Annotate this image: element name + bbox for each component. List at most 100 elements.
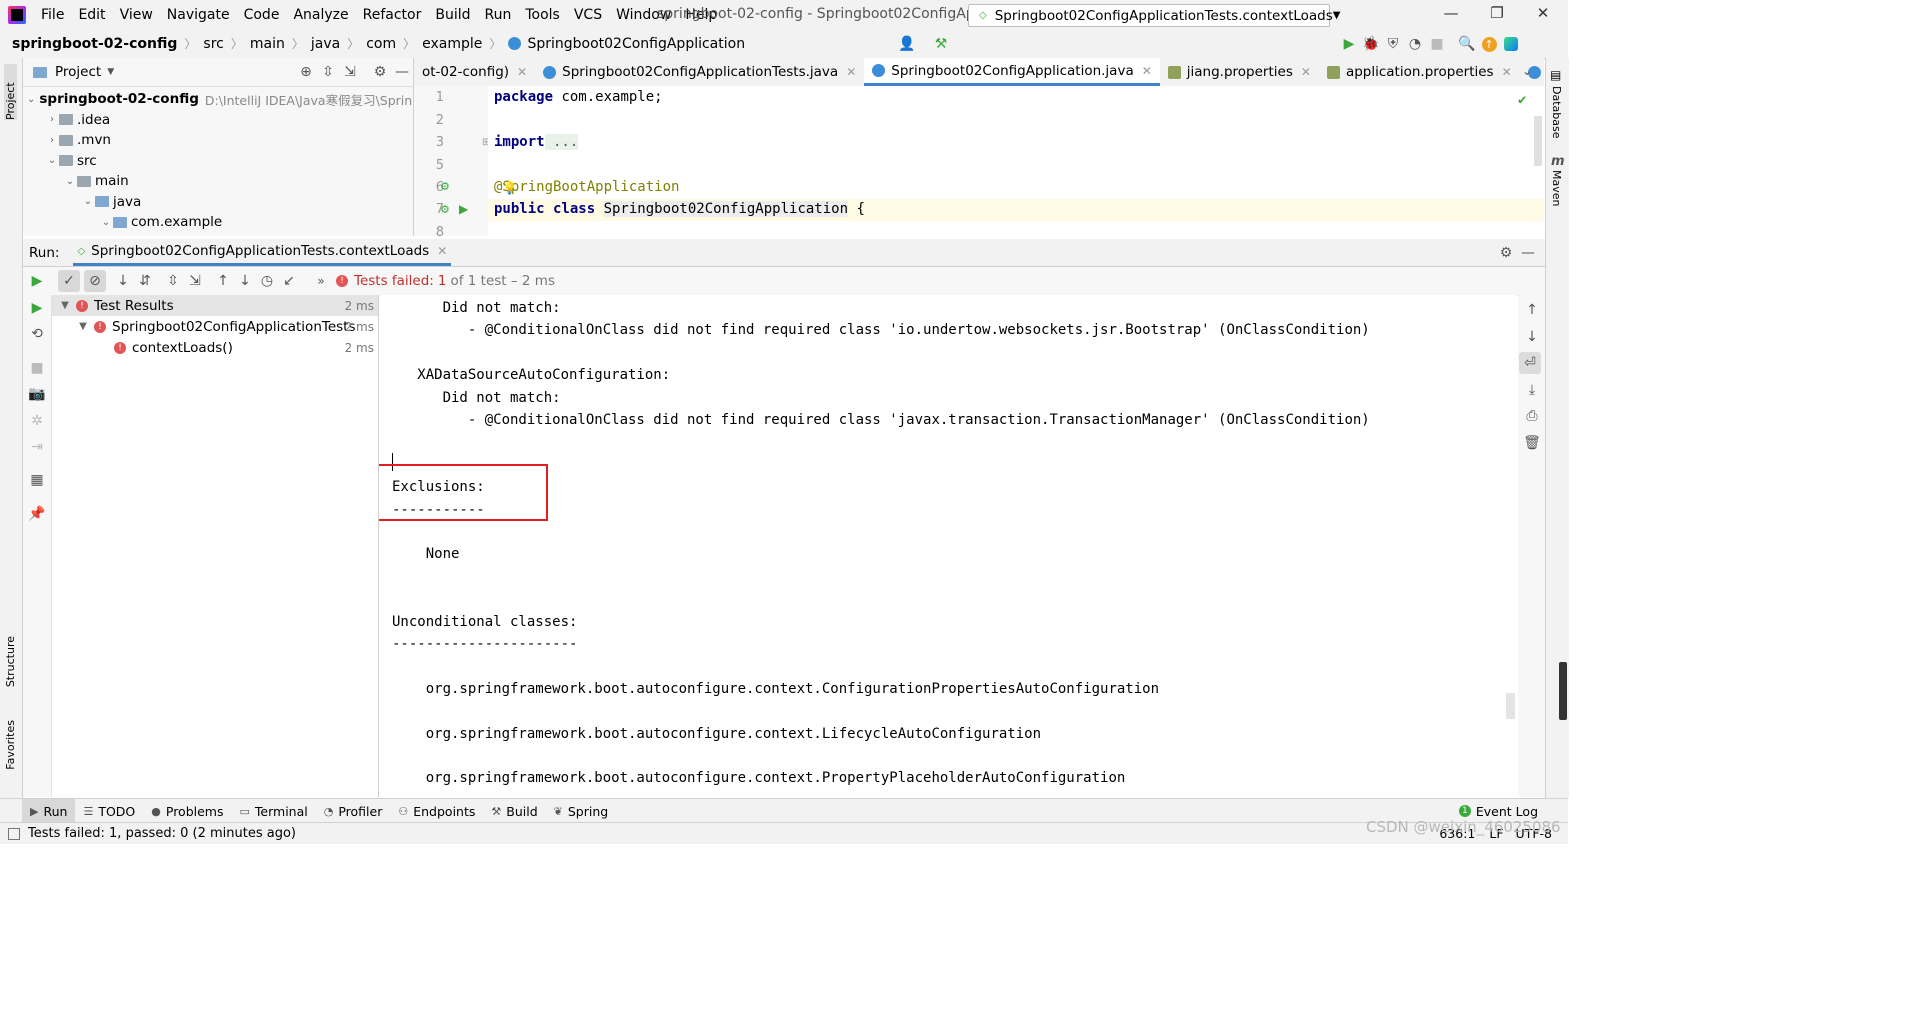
soft-wrap-icon[interactable]: ⏎ bbox=[1519, 352, 1541, 374]
hide-icon[interactable]: — bbox=[391, 61, 413, 83]
debug-icon[interactable]: ✲ bbox=[26, 410, 48, 432]
run-gutter-icon[interactable]: ▶ bbox=[459, 202, 468, 216]
favorites-tool-tab[interactable]: Favorites bbox=[4, 720, 17, 770]
more-icon[interactable]: » bbox=[310, 270, 332, 292]
stop-icon[interactable]: ■ bbox=[26, 357, 48, 379]
project-tree-item[interactable]: ⌄ main bbox=[23, 171, 413, 192]
editor-scrollbar[interactable] bbox=[1534, 116, 1542, 166]
sort-alpha-icon[interactable]: ↓ bbox=[112, 270, 134, 292]
hide-icon[interactable]: — bbox=[1517, 242, 1539, 264]
project-tree-item[interactable]: ⌄ com.example bbox=[23, 212, 413, 233]
update-icon[interactable]: ↑ bbox=[1478, 33, 1500, 55]
test-results-root[interactable]: ▼ ! Test Results 2 ms bbox=[52, 295, 378, 316]
project-tree-item[interactable]: › .mvn bbox=[23, 130, 413, 151]
breadcrumb-item[interactable]: src bbox=[203, 36, 223, 52]
project-tree-item[interactable]: ⌄ springboot-02-config D:\IntelliJ IDEA\Ja… bbox=[23, 89, 413, 110]
close-tab-icon[interactable]: ✕ bbox=[437, 244, 447, 258]
status-toggle-icon[interactable] bbox=[8, 827, 20, 840]
pin-icon[interactable]: 📌 bbox=[26, 503, 48, 525]
next-test-icon[interactable]: ↓ bbox=[234, 270, 256, 292]
print-icon[interactable]: ⎙ bbox=[1521, 405, 1543, 427]
sort-duration-icon[interactable]: ⇵ bbox=[134, 270, 156, 292]
tool-tab-profiler[interactable]: ◔ Profiler bbox=[316, 799, 391, 823]
rerun-failed-icon[interactable]: ▶ bbox=[26, 297, 48, 319]
breadcrumb-item[interactable]: java bbox=[311, 36, 340, 52]
project-tree-item[interactable]: › .idea bbox=[23, 110, 413, 131]
tool-tab-problems[interactable]: ● Problems bbox=[143, 799, 231, 823]
editor-tab[interactable]: Springboot02ConfigApplicationTests.java ✕ bbox=[535, 58, 864, 86]
project-panel-title[interactable]: Project bbox=[55, 64, 101, 80]
previous-test-icon[interactable]: ↑ bbox=[212, 270, 234, 292]
breadcrumb-item[interactable]: Springboot02ConfigApplication bbox=[527, 36, 745, 52]
tabs-overflow-icon[interactable]: ⌄ bbox=[1522, 64, 1532, 78]
tool-tab-build[interactable]: ⚒ Build bbox=[483, 799, 545, 823]
stop-icon[interactable]: ■ bbox=[1426, 33, 1448, 55]
chevron-down-icon[interactable]: ⌄ bbox=[63, 176, 77, 187]
close-window-button[interactable]: ✕ bbox=[1532, 4, 1554, 24]
menu-analyze[interactable]: Analyze bbox=[286, 7, 355, 23]
test-class-row[interactable]: ▼ ! Springboot02ConfigApplicationTests 2… bbox=[52, 316, 378, 337]
menu-file[interactable]: File bbox=[34, 7, 71, 23]
breadcrumb-item[interactable]: com bbox=[366, 36, 396, 52]
database-tool-tab[interactable]: Database bbox=[1550, 86, 1563, 139]
close-tab-icon[interactable]: ✕ bbox=[1301, 65, 1311, 79]
close-tab-icon[interactable]: ✕ bbox=[1502, 65, 1512, 79]
chevron-down-icon[interactable]: ⌄ bbox=[27, 94, 35, 105]
minimize-button[interactable]: — bbox=[1440, 4, 1462, 24]
structure-tool-tab[interactable]: Structure bbox=[4, 636, 17, 687]
breadcrumb-item[interactable]: springboot-02-config bbox=[12, 36, 177, 52]
chevron-right-icon[interactable]: › bbox=[45, 114, 59, 125]
import-fold[interactable]: ... bbox=[544, 134, 579, 150]
menu-tools[interactable]: Tools bbox=[518, 7, 567, 23]
close-tab-icon[interactable]: ✕ bbox=[1142, 64, 1152, 78]
chevron-right-icon[interactable]: › bbox=[45, 135, 59, 146]
run-icon[interactable]: ▶ bbox=[1338, 33, 1360, 55]
menu-vcs[interactable]: VCS bbox=[567, 7, 609, 23]
project-tree-item[interactable]: ⌄ src bbox=[23, 151, 413, 172]
close-tab-icon[interactable]: ✕ bbox=[517, 65, 527, 79]
expand-all-icon[interactable]: ⇳ bbox=[162, 270, 184, 292]
import-tests-icon[interactable]: ↙ bbox=[278, 270, 300, 292]
project-tool-tab[interactable]: Project bbox=[4, 64, 17, 120]
rerun-icon[interactable]: ▶ bbox=[26, 270, 48, 292]
toggle-auto-test-icon[interactable]: ⟲ bbox=[26, 323, 48, 345]
chevron-down-icon[interactable]: ⌄ bbox=[99, 217, 113, 228]
show-passed-icon[interactable]: ✓ bbox=[58, 270, 80, 292]
chevron-down-icon[interactable]: ⌄ bbox=[45, 155, 59, 166]
editor-tab[interactable]: jiang.properties ✕ bbox=[1160, 58, 1319, 86]
maven-tool-tab[interactable]: Maven bbox=[1550, 170, 1563, 206]
run-configuration-select[interactable]: ◇ Springboot02ConfigApplicationTests.con… bbox=[968, 4, 1341, 27]
tool-tab-endpoints[interactable]: ⚇ Endpoints bbox=[390, 799, 483, 823]
restore-button[interactable]: ❐ bbox=[1486, 4, 1508, 24]
chevron-down-icon[interactable]: ▼ bbox=[107, 67, 114, 77]
collapse-all-icon[interactable]: ⇲ bbox=[339, 61, 361, 83]
test-method-row[interactable]: ! contextLoads() 2 ms bbox=[52, 337, 378, 358]
spring-bean-icon[interactable]: ⚙ bbox=[440, 180, 450, 193]
search-icon[interactable]: 🔍 bbox=[1456, 33, 1478, 55]
project-tree-item[interactable]: ⌄ java bbox=[23, 192, 413, 213]
tool-tab-todo[interactable]: ☰ TODO bbox=[75, 799, 143, 823]
chevron-down-icon[interactable]: ▼ bbox=[76, 321, 90, 332]
chevron-down-icon[interactable]: ⌄ bbox=[81, 196, 95, 207]
console-scrollbar[interactable] bbox=[1506, 693, 1515, 719]
editor-tab[interactable]: Springboot02ConfigApplication.java ✕ bbox=[864, 58, 1160, 86]
console-output[interactable]: Did not match: - @ConditionalOnClass did… bbox=[379, 295, 1517, 797]
chevron-down-icon[interactable]: ▼ bbox=[58, 300, 72, 311]
show-ignored-icon[interactable]: ⊘ bbox=[84, 270, 106, 292]
tool-tab-terminal[interactable]: ▭ Terminal bbox=[232, 799, 316, 823]
menu-refactor[interactable]: Refactor bbox=[356, 7, 429, 23]
scroll-down-icon[interactable]: ↓ bbox=[1521, 326, 1543, 348]
menu-view[interactable]: View bbox=[113, 7, 160, 23]
layout-icon[interactable]: ▦ bbox=[26, 469, 48, 491]
history-icon[interactable]: ◷ bbox=[256, 270, 278, 292]
tool-tab-spring[interactable]: ❦ Spring bbox=[546, 799, 617, 823]
gear-icon[interactable]: ⚙ bbox=[369, 61, 391, 83]
spring-bean-icon[interactable]: ⚙ bbox=[440, 203, 450, 216]
build-hammer-icon[interactable]: ⚒ bbox=[930, 33, 952, 55]
scroll-up-icon[interactable]: ↑ bbox=[1521, 299, 1543, 321]
trash-icon[interactable]: 🗑 bbox=[1521, 432, 1543, 454]
locate-icon[interactable]: ⊕ bbox=[295, 61, 317, 83]
code-editor[interactable]: package com.example; import ... @SpringB… bbox=[488, 86, 1544, 236]
user-icon[interactable]: 👤 bbox=[896, 33, 918, 55]
lightbulb-icon[interactable]: 💡 bbox=[502, 181, 517, 195]
